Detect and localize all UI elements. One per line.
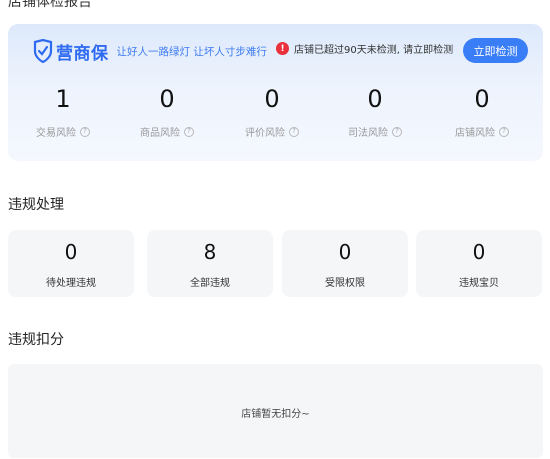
risk-label-text: 店铺风险: [455, 128, 495, 139]
stat-violating-items[interactable]: 0 违规宝贝: [416, 230, 542, 297]
risk-label: 店铺风险 ?: [432, 124, 532, 139]
brand-logo: 营商保 让好人一路绿灯 让坏人寸步难行: [32, 37, 267, 65]
risk-label: 司法风险 ?: [325, 124, 425, 139]
empty-text: 店铺暂无扣分~: [241, 409, 310, 420]
detect-now-button[interactable]: 立即检测: [463, 38, 528, 63]
risk-label-text: 评价风险: [245, 128, 285, 139]
risk-check-card: 营商保 让好人一路绿灯 让坏人寸步难行 ! 店铺已超过90天未检测, 请立即检测…: [8, 24, 543, 161]
stat-value: 8: [203, 240, 217, 264]
stat-label: 全部违规: [190, 278, 230, 289]
risk-label-text: 商品风险: [140, 128, 180, 139]
risk-label: 交易风险 ?: [13, 124, 113, 139]
stat-label: 违规宝贝: [459, 278, 499, 289]
risk-item-product[interactable]: 0 商品风险 ?: [117, 84, 217, 144]
risk-value: 0: [264, 85, 280, 113]
alert-icon: !: [276, 42, 289, 55]
shield-check-icon: [33, 39, 53, 63]
stat-value: 0: [64, 240, 78, 264]
deductions-empty-state: 店铺暂无扣分~: [8, 364, 543, 458]
risk-item-store[interactable]: 0 店铺风险 ?: [432, 84, 532, 144]
stat-all-violations[interactable]: 8 全部违规: [147, 230, 273, 297]
violations-section-title: 违规处理: [8, 197, 64, 213]
help-icon[interactable]: ?: [184, 126, 194, 137]
stat-restricted-permissions[interactable]: 0 受限权限: [282, 230, 408, 297]
stat-value: 0: [472, 240, 486, 264]
brand-name: 营商保: [56, 43, 109, 64]
stat-label: 受限权限: [325, 278, 365, 289]
help-icon[interactable]: ?: [392, 126, 402, 137]
risk-label-text: 司法风险: [348, 128, 388, 139]
risk-label: 商品风险 ?: [117, 124, 217, 139]
stat-pending-violations[interactable]: 0 待处理违规: [8, 230, 134, 297]
help-icon[interactable]: ?: [499, 126, 509, 137]
detection-alert: ! 店铺已超过90天未检测, 请立即检测: [276, 41, 453, 56]
help-icon[interactable]: ?: [80, 126, 90, 137]
risk-item-judicial[interactable]: 0 司法风险 ?: [325, 84, 425, 144]
risk-value: 1: [55, 85, 71, 113]
stat-label: 待处理违规: [46, 278, 96, 289]
risk-item-transaction[interactable]: 1 交易风险 ?: [13, 84, 113, 144]
brand-slogan: 让好人一路绿灯 让坏人寸步难行: [116, 45, 267, 58]
page-title: 店铺体检报告: [8, 0, 92, 10]
risk-value: 0: [367, 85, 383, 113]
risk-label: 评价风险 ?: [222, 124, 322, 139]
risk-label-text: 交易风险: [36, 128, 76, 139]
risk-item-review[interactable]: 0 评价风险 ?: [222, 84, 322, 144]
alert-text: 店铺已超过90天未检测, 请立即检测: [294, 45, 454, 56]
help-icon[interactable]: ?: [289, 126, 299, 137]
risk-value: 0: [474, 85, 490, 113]
risk-value: 0: [159, 85, 175, 113]
deductions-section-title: 违规扣分: [8, 332, 64, 348]
stat-value: 0: [338, 240, 352, 264]
